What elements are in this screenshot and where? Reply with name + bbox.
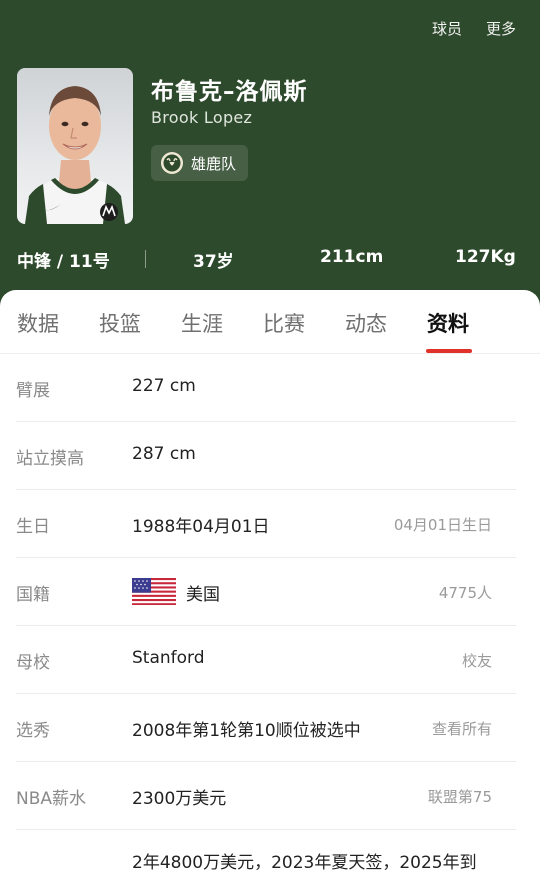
active-tab-indicator [426, 349, 472, 353]
bucks-logo-icon [161, 152, 183, 174]
view-all-link[interactable]: 查看所有 [432, 718, 492, 739]
player-name-zh: 布鲁克–洛佩斯 [151, 79, 308, 105]
profile-row-salary: NBA薪水 2300万美元 联盟第75 [16, 762, 516, 830]
alumni-link[interactable]: 校友 [462, 650, 492, 671]
more-link[interactable]: 更多 [486, 18, 516, 39]
row-label: 国籍 [16, 585, 50, 605]
team-chip[interactable]: 雄鹿队 [151, 145, 249, 181]
tab-bar: 数据 投篮 生涯 比赛 动态 资料 [0, 290, 540, 354]
row-label: NBA薪水 [16, 789, 87, 809]
player-header: 球员 更多 布鲁克–洛佩斯 Brook Lopez 雄鹿队 中锋 / 11号 3… [0, 0, 540, 300]
top-actions: 球员 更多 [432, 18, 516, 39]
text-fade [480, 846, 540, 873]
stats-divider [145, 250, 146, 268]
age: 37岁 [193, 252, 234, 272]
profile-row-contract: 2年4800万美元，2023年夏天签，2025年到 [16, 846, 540, 873]
player-stats: 中锋 / 11号 37岁 211cm 127Kg [0, 240, 540, 276]
player-name-en: Brook Lopez [151, 108, 253, 127]
row-value: 2300万美元 [132, 789, 227, 809]
contract-text: 2年4800万美元，2023年夏天签，2025年到 [132, 853, 477, 873]
profile-row-nationality: 国籍 美国 4775人 [16, 558, 516, 626]
row-value: 2008年第1轮第10顺位被选中 [132, 721, 361, 741]
row-label: 母校 [16, 653, 50, 673]
tab-news[interactable]: 动态 [345, 308, 387, 338]
row-label: 生日 [16, 517, 50, 537]
tab-career[interactable]: 生涯 [181, 308, 223, 338]
profile-row-wingspan: 臂展 227 cm [16, 354, 516, 422]
profile-row-college: 母校 Stanford 校友 [16, 626, 516, 694]
row-label: 站立摸高 [16, 449, 84, 469]
league-rank-link[interactable]: 联盟第75 [428, 786, 492, 807]
row-label: 选秀 [16, 721, 50, 741]
tab-profile[interactable]: 资料 [427, 308, 469, 338]
profile-row-birthday: 生日 1988年04月01日 04月01日生日 [16, 490, 516, 558]
tab-shooting[interactable]: 投篮 [99, 308, 141, 338]
row-value: 美国 [186, 585, 220, 605]
profile-row-draft: 选秀 2008年第1轮第10顺位被选中 查看所有 [16, 694, 516, 762]
row-label: 臂展 [16, 381, 50, 401]
us-flag-icon [132, 578, 176, 605]
row-value: 227 cm [132, 376, 196, 396]
compatriots-link[interactable]: 4775人 [439, 582, 492, 603]
height: 211cm [320, 247, 384, 267]
position-number: 中锋 / 11号 [17, 252, 110, 272]
player-portrait-icon [25, 86, 125, 224]
player-avatar [17, 68, 133, 224]
profile-row-reach: 站立摸高 287 cm [16, 422, 516, 490]
tab-games[interactable]: 比赛 [263, 308, 305, 338]
row-value: Stanford [132, 648, 205, 668]
team-name: 雄鹿队 [191, 154, 237, 173]
content-panel: 数据 投篮 生涯 比赛 动态 资料 臂展 227 cm 站立摸高 287 cm … [0, 290, 540, 873]
weight: 127Kg [455, 247, 516, 267]
players-link[interactable]: 球员 [432, 18, 462, 39]
row-value: 287 cm [132, 444, 196, 464]
row-value: 1988年04月01日 [132, 517, 270, 537]
birthday-link[interactable]: 04月01日生日 [394, 514, 492, 535]
tab-data[interactable]: 数据 [17, 308, 59, 338]
